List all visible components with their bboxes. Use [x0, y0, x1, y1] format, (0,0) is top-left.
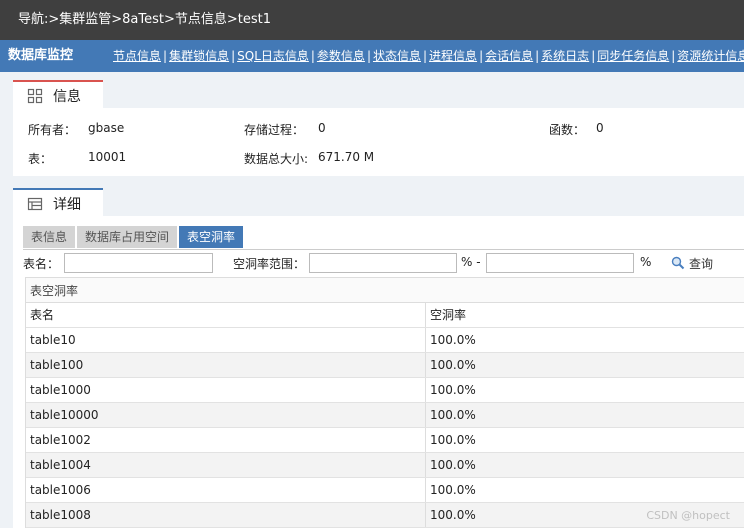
nav-separator: | — [423, 49, 428, 63]
table-count-value: 10001 — [88, 150, 127, 164]
table-row[interactable]: table1002 100.0% — [26, 428, 744, 453]
nav-item-resource-stats[interactable]: 资源统计信息 — [677, 40, 744, 72]
hole-rate-table: 表空洞率 表名 空洞率 table10 100.0% table100 100.… — [25, 277, 744, 528]
table-name-cell: table1008 — [26, 503, 426, 527]
nav-item-node-info[interactable]: 节点信息 — [113, 40, 161, 72]
func-value: 0 — [596, 121, 604, 135]
nav-item-session[interactable]: 会话信息 — [485, 40, 533, 72]
hole-rate-cell: 100.0% — [430, 408, 476, 422]
table-name-cell: table10 — [26, 328, 426, 352]
list-icon — [27, 196, 43, 212]
table-row[interactable]: table10000 100.0% — [26, 403, 744, 428]
nav-separator: | — [366, 49, 371, 63]
table-name-input[interactable] — [64, 253, 213, 273]
nav-separator: | — [671, 49, 676, 63]
hole-rate-cell: 100.0% — [430, 458, 476, 472]
table-name-cell: table1004 — [26, 453, 426, 477]
watermark: CSDN @hopect — [646, 509, 730, 522]
nav-separator: | — [310, 49, 315, 63]
table-label: 表： — [28, 152, 53, 166]
table-header-row: 表名 空洞率 — [26, 303, 744, 328]
owner-label: 所有者： — [28, 123, 77, 137]
nav-item-status[interactable]: 状态信息 — [373, 40, 421, 72]
top-navbar: 数据库监控 节点信息 | 集群锁信息 | SQL日志信息 | 参数信息 | 状态信息 | … — [0, 40, 744, 72]
search-icon — [671, 256, 685, 270]
table-row[interactable]: table1000 100.0% — [26, 378, 744, 403]
hole-rate-cell: 100.0% — [430, 358, 476, 372]
hole-rate-cell: 100.0% — [430, 383, 476, 397]
table-caption: 表空洞率 — [26, 277, 744, 303]
info-panel-title: 信息 — [53, 89, 81, 105]
nav-separator: | — [163, 49, 168, 63]
column-header-hole-rate[interactable]: 空洞率 — [426, 303, 744, 327]
table-name-cell: table1002 — [26, 428, 426, 452]
nav-separator: | — [591, 49, 596, 63]
table-row[interactable]: table1004 100.0% — [26, 453, 744, 478]
nav-menu: 节点信息 | 集群锁信息 | SQL日志信息 | 参数信息 | 状态信息 | 进程信息 | … — [113, 40, 744, 72]
detail-panel: 表信息 数据库占用空间 表空洞率 表名： 空洞率范围： % - % 查询 表空洞… — [13, 216, 744, 528]
hole-range-from-input[interactable] — [309, 253, 457, 273]
detail-panel-title: 详细 — [53, 197, 81, 213]
proc-value: 0 — [318, 121, 326, 135]
query-button-label: 查询 — [689, 256, 714, 271]
hole-range-to-input[interactable] — [486, 253, 634, 273]
info-panel: 所有者： gbase 存储过程： 0 函数： 0 表： 10001 数据总大小:… — [13, 108, 744, 176]
detail-panel-tab: 详细 — [13, 188, 103, 218]
app-brand: 数据库监控 — [8, 48, 74, 63]
filter-bar: 表名： 空洞率范围： % - % 查询 — [23, 249, 744, 275]
table-name-cell: table10000 — [26, 403, 426, 427]
tab-db-space[interactable]: 数据库占用空间 — [77, 226, 178, 248]
owner-value: gbase — [88, 121, 125, 135]
nav-item-sync-task[interactable]: 同步任务信息 — [597, 40, 669, 72]
table-row[interactable]: table1006 100.0% — [26, 478, 744, 503]
nav-item-syslog[interactable]: 系统日志 — [541, 40, 589, 72]
tab-table-info[interactable]: 表信息 — [23, 226, 76, 248]
nav-separator: | — [479, 49, 484, 63]
table-name-cell: table100 — [26, 353, 426, 377]
table-name-label: 表名： — [23, 257, 60, 271]
nav-separator: | — [535, 49, 540, 63]
table-row[interactable]: table100 100.0% — [26, 353, 744, 378]
hole-range-label: 空洞率范围： — [233, 257, 306, 271]
table-row[interactable]: table1008 100.0% — [26, 503, 744, 528]
table-name-cell: table1006 — [26, 478, 426, 502]
table-name-cell: table1000 — [26, 378, 426, 402]
column-header-table-name[interactable]: 表名 — [26, 303, 426, 327]
nav-item-params[interactable]: 参数信息 — [317, 40, 365, 72]
func-label: 函数： — [549, 123, 586, 137]
grid-icon — [27, 88, 43, 104]
hole-rate-cell: 100.0% — [430, 483, 476, 497]
size-label: 数据总大小: — [244, 152, 309, 166]
hole-rate-cell: 100.0% — [430, 333, 476, 347]
detail-subtabs: 表信息 数据库占用空间 表空洞率 — [23, 226, 245, 248]
tab-table-hole-rate[interactable]: 表空洞率 — [179, 226, 244, 248]
hole-rate-cell: 100.0% — [430, 433, 476, 447]
percent-label: % — [640, 255, 652, 269]
nav-item-sql-log[interactable]: SQL日志信息 — [237, 40, 309, 72]
table-row[interactable]: table10 100.0% — [26, 328, 744, 353]
size-value: 671.70 M — [318, 150, 375, 164]
breadcrumb: 导航:>集群监管>8aTest>节点信息>test1 — [0, 0, 744, 40]
info-panel-tab: 信息 — [13, 80, 103, 110]
proc-label: 存储过程： — [244, 123, 305, 137]
nav-separator: | — [231, 49, 236, 63]
nav-item-cluster-lock[interactable]: 集群锁信息 — [169, 40, 229, 72]
nav-item-process[interactable]: 进程信息 — [429, 40, 477, 72]
query-button[interactable]: 查询 — [671, 253, 713, 273]
percent-dash-label: % - — [461, 255, 481, 269]
